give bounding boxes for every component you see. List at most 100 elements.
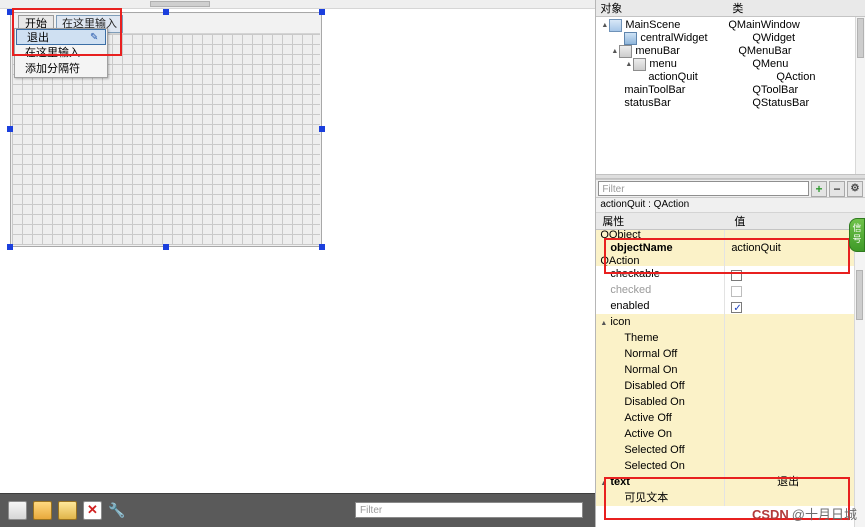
wrench-icon[interactable]: 🔧: [108, 502, 125, 519]
property-row-normal-on[interactable]: Normal On: [596, 362, 865, 378]
menu-item-add-separator[interactable]: 添加分隔符: [15, 61, 107, 77]
property-value-text[interactable]: 退出: [724, 474, 865, 490]
canvas-horizontal-scrollbar[interactable]: [0, 0, 596, 9]
property-row-disabled-off[interactable]: Disabled Off: [596, 378, 865, 394]
tree-row-menu[interactable]: ▲ menu QMenu: [596, 58, 865, 71]
property-filter-row[interactable]: Filter + − ⚙: [596, 179, 865, 198]
property-name-text: ▲ text: [596, 474, 724, 490]
property-value-normal-on[interactable]: [724, 362, 865, 378]
property-name-normal-off: Normal Off: [624, 348, 678, 360]
expand-arrow-icon[interactable]: ▲: [600, 316, 608, 330]
remove-property-button[interactable]: −: [829, 180, 845, 197]
open-folder-icon[interactable]: [33, 501, 52, 520]
object-column-header: 对象: [600, 3, 623, 15]
add-property-button[interactable]: +: [811, 180, 827, 197]
property-row-checked: checked: [596, 282, 865, 298]
checkbox-enabled[interactable]: [731, 301, 743, 314]
tree-scroll-thumb[interactable]: [857, 18, 864, 58]
property-row-theme[interactable]: Theme: [596, 330, 865, 346]
property-name-icon: ▲ icon: [596, 314, 724, 330]
property-value-active-on[interactable]: [724, 426, 865, 442]
configure-property-button[interactable]: ⚙: [847, 180, 863, 197]
expand-arrow-icon[interactable]: ▲: [624, 58, 633, 71]
property-row-normal-off[interactable]: Normal Off: [596, 346, 865, 362]
canvas-scroll-thumb[interactable]: [150, 1, 210, 7]
property-name-checked: checked: [610, 284, 652, 296]
property-vertical-scrollbar[interactable]: [854, 230, 865, 527]
property-value-disabled-off[interactable]: [724, 378, 865, 394]
property-value-checkable[interactable]: [724, 266, 865, 282]
object-inspector-header: 对象 类: [596, 0, 865, 17]
resize-handle-bottom-center[interactable]: [163, 244, 169, 250]
tree-row-actionquit[interactable]: actionQuit QAction: [596, 71, 865, 84]
menu-item-type-here-label: 在这里输入: [25, 47, 80, 59]
signal-slot-editor-tab[interactable]: 信号: [849, 218, 865, 252]
property-row-enabled[interactable]: enabled: [596, 298, 865, 314]
tree-label-statusbar: statusBar: [624, 97, 671, 109]
resize-handle-top-left[interactable]: [7, 9, 13, 15]
designer-filter-input[interactable]: Filter: [355, 502, 583, 518]
class-column-header: 类: [732, 3, 744, 15]
menu-icon: [633, 58, 647, 71]
resize-handle-bottom-right[interactable]: [319, 244, 325, 250]
resize-handle-top-center[interactable]: [163, 9, 169, 15]
menubar-icon: [619, 45, 633, 58]
property-value-active-off[interactable]: [724, 410, 865, 426]
menu-dropdown-panel[interactable]: 退出 ✎ 在这里输入 添加分隔符: [14, 28, 108, 78]
property-row-objectname[interactable]: objectName actionQuit: [596, 240, 865, 256]
value-column-header: 值: [734, 216, 746, 228]
checkbox-checked: [731, 285, 743, 297]
new-file-icon[interactable]: [8, 501, 27, 520]
expand-arrow-icon[interactable]: ▲: [596, 232, 598, 240]
resize-handle-middle-left[interactable]: [7, 126, 13, 132]
tree-label-menubar: menuBar: [635, 45, 680, 57]
property-value-selected-on[interactable]: [724, 458, 865, 474]
property-scroll-thumb[interactable]: [856, 270, 863, 320]
menu-item-quit[interactable]: 退出 ✎: [16, 29, 106, 45]
property-group-qobject[interactable]: ▲QObject: [596, 230, 865, 240]
property-row-active-off[interactable]: Active Off: [596, 410, 865, 426]
property-name-disabled-on: Disabled On: [624, 396, 685, 408]
resize-handle-top-right[interactable]: [319, 9, 325, 15]
property-value-checked: [724, 282, 865, 298]
checkbox-checkable[interactable]: [731, 269, 743, 281]
property-group-icon[interactable]: ▲ icon: [596, 314, 865, 330]
expand-arrow-icon[interactable]: ▲: [600, 476, 608, 490]
property-value-disabled-on[interactable]: [724, 394, 865, 410]
tree-row-statusbar[interactable]: statusBar QStatusBar: [596, 97, 865, 110]
menu-item-type-here[interactable]: 在这里输入: [15, 45, 107, 61]
property-editor-list[interactable]: ▲QObject objectName actionQuit ▲QAction …: [596, 230, 865, 527]
property-group-qaction[interactable]: ▲QAction: [596, 256, 865, 266]
property-value-objectname[interactable]: actionQuit: [724, 240, 865, 256]
property-row-text[interactable]: ▲ text 退出: [596, 474, 865, 490]
property-value-normal-off[interactable]: [724, 346, 865, 362]
expand-arrow-icon[interactable]: ▲: [600, 19, 609, 32]
property-row-disabled-on[interactable]: Disabled On: [596, 394, 865, 410]
qt-designer-window: 开始 在这里输入 退出 ✎ 在这里输入 添加分隔符 ✕ 🔧 Filter 对象 …: [0, 0, 865, 527]
property-row-selected-on[interactable]: Selected On: [596, 458, 865, 474]
object-inspector-tree[interactable]: ▲ MainScene QMainWindow centralWidget QW…: [596, 17, 865, 174]
property-row-selected-off[interactable]: Selected Off: [596, 442, 865, 458]
property-row-active-on[interactable]: Active On: [596, 426, 865, 442]
tree-row-centralwidget[interactable]: centralWidget QWidget: [596, 32, 865, 45]
property-value-theme[interactable]: [724, 330, 865, 346]
property-value-icon: [724, 314, 865, 330]
designer-bottom-toolbar[interactable]: ✕ 🔧 Filter: [0, 493, 596, 527]
tree-row-menubar[interactable]: ▲ menuBar QMenuBar: [596, 45, 865, 58]
expand-arrow-icon[interactable]: ▲: [596, 258, 598, 266]
property-value-enabled[interactable]: [724, 298, 865, 314]
property-filter-input[interactable]: Filter: [598, 181, 809, 196]
tree-label-mainscene: MainScene: [625, 19, 681, 31]
tree-row-maintoolbar[interactable]: mainToolBar QToolBar: [596, 84, 865, 97]
resize-handle-bottom-left[interactable]: [7, 244, 13, 250]
form-designer-canvas[interactable]: 开始 在这里输入 退出 ✎ 在这里输入 添加分隔符 ✕ 🔧 Filter: [0, 0, 597, 527]
save-icon[interactable]: [58, 501, 77, 520]
expand-arrow-icon[interactable]: ▲: [610, 45, 619, 58]
resize-handle-middle-right[interactable]: [319, 126, 325, 132]
tree-row-mainscene[interactable]: ▲ MainScene QMainWindow: [596, 17, 865, 32]
tree-vertical-scrollbar[interactable]: [855, 17, 865, 174]
property-row-checkable[interactable]: checkable: [596, 266, 865, 282]
property-value-qaction: [724, 256, 865, 266]
delete-icon[interactable]: ✕: [83, 501, 102, 520]
property-value-selected-off[interactable]: [724, 442, 865, 458]
